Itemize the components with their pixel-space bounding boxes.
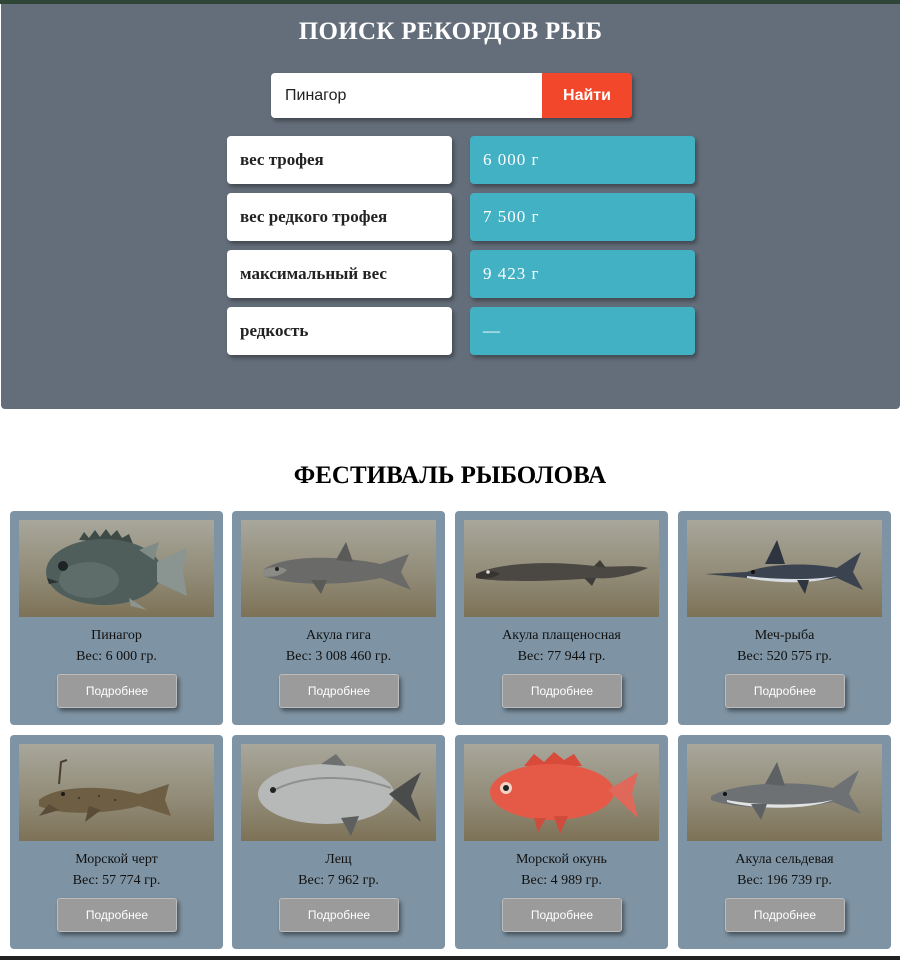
fish-name: Морской черт [75,852,158,867]
details-button[interactable]: Подробнее [502,674,622,708]
stat-value: — [470,307,695,355]
fish-weight: Вес: 6 000 гр. [76,649,157,664]
frilled-shark-image[interactable] [464,520,659,617]
details-button[interactable]: Подробнее [279,898,399,932]
stat-label: вес трофея [227,136,452,184]
stat-value: 9 423 г [470,250,695,298]
stat-row-max-weight: максимальный вес 9 423 г [227,250,695,298]
festival-title: ФЕСТИВАЛЬ РЫБОЛОВА [293,462,607,489]
fish-name: Морской окунь [516,852,607,867]
stat-label: редкость [227,307,452,355]
details-button[interactable]: Подробнее [57,898,177,932]
fish-name: Акула плащеносная [502,628,621,643]
search-panel: ПОИСК РЕКОРДОВ РЫБ Найти вес трофея 6 00… [1,4,900,409]
stat-label: вес редкого трофея [227,193,452,241]
fish-card: Пинагор Вес: 6 000 гр. Подробнее [10,511,223,725]
fish-card: Морской окунь Вес: 4 989 гр. Подробнее [455,735,668,949]
redfish-image[interactable] [464,744,659,841]
fish-card: Меч-рыба Вес: 520 575 гр. Подробнее [678,511,891,725]
search-input[interactable] [271,73,542,118]
fish-weight: Вес: 3 008 460 гр. [285,649,392,664]
stat-row-rare-trophy: вес редкого трофея 7 500 г [227,193,695,241]
stat-label: максимальный вес [227,250,452,298]
fish-card: Морской черт Вес: 57 774 гр. Подробнее [10,735,223,949]
anglerfish-image[interactable] [19,744,214,841]
search-title: ПОИСК РЕКОРДОВ РЫБ [298,18,603,45]
fish-name: Лещ [325,852,352,867]
stat-row-rarity: редкость — [227,307,695,355]
fish-name: Пинагор [91,628,142,643]
lumpfish-image[interactable] [19,520,214,617]
fish-name: Акула сельдевая [735,852,834,867]
fish-weight: Вес: 196 739 гр. [737,873,832,888]
bream-image[interactable] [241,744,436,841]
fish-card: Акула гига Вес: 3 008 460 гр. Подробнее [232,511,445,725]
bottom-border [0,956,900,960]
details-button[interactable]: Подробнее [725,898,845,932]
search-box: Найти [271,73,632,118]
fish-card: Лещ Вес: 7 962 гр. Подробнее [232,735,445,949]
stat-row-trophy: вес трофея 6 000 г [227,136,695,184]
search-button[interactable]: Найти [542,73,632,118]
fish-card: Акула плащеносная Вес: 77 944 гр. Подроб… [455,511,668,725]
stat-value: 6 000 г [470,136,695,184]
swordfish-image[interactable] [687,520,882,617]
fish-weight: Вес: 57 774 гр. [72,873,161,888]
basking-shark-image[interactable] [241,520,436,617]
fish-weight: Вес: 4 989 гр. [521,873,602,888]
stat-value: 7 500 г [470,193,695,241]
details-button[interactable]: Подробнее [502,898,622,932]
fish-weight: Вес: 77 944 гр. [517,649,606,664]
fish-weight: Вес: 7 962 гр. [298,873,379,888]
details-button[interactable]: Подробнее [725,674,845,708]
fish-weight: Вес: 520 575 гр. [737,649,832,664]
details-button[interactable]: Подробнее [279,674,399,708]
fish-name: Акула гига [306,628,371,643]
fish-name: Меч-рыба [754,628,815,643]
details-button[interactable]: Подробнее [57,674,177,708]
fish-card: Акула сельдевая Вес: 196 739 гр. Подробн… [678,735,891,949]
porbeagle-shark-image[interactable] [687,744,882,841]
